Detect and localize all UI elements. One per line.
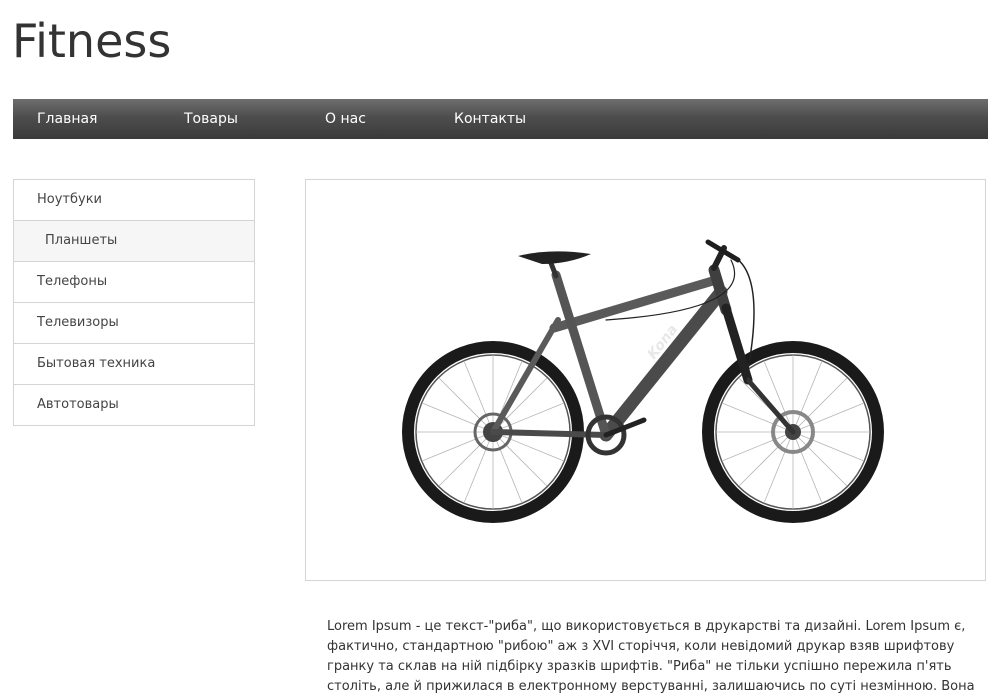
product-image-frame: Kona [305,179,986,581]
sidebar-item-auto[interactable]: Автотовары [14,385,254,425]
nav-item-products[interactable]: Товары [184,99,238,139]
category-sidebar: Ноутбуки Планшеты Телефоны Телевизоры Бы… [13,179,255,426]
sidebar-item-tablets[interactable]: Планшеты [14,221,254,262]
sidebar-item-appliances[interactable]: Бытовая техника [14,344,254,385]
nav-item-contacts[interactable]: Контакты [454,99,526,139]
nav-item-home[interactable]: Главная [37,99,97,139]
sidebar-item-phones[interactable]: Телефоны [14,262,254,303]
nav-item-about[interactable]: О нас [325,99,366,139]
product-description: Lorem Ipsum - це текст-"риба", що викори… [327,619,975,694]
top-navigation: Главная Товары О нас Контакты [13,99,988,139]
sidebar-item-tvs[interactable]: Телевизоры [14,303,254,344]
bicycle-image: Kona [402,239,884,523]
site-logo[interactable]: Fitness [12,14,171,68]
bike-frame [490,239,796,456]
sidebar-item-laptops[interactable]: Ноутбуки [14,180,254,221]
